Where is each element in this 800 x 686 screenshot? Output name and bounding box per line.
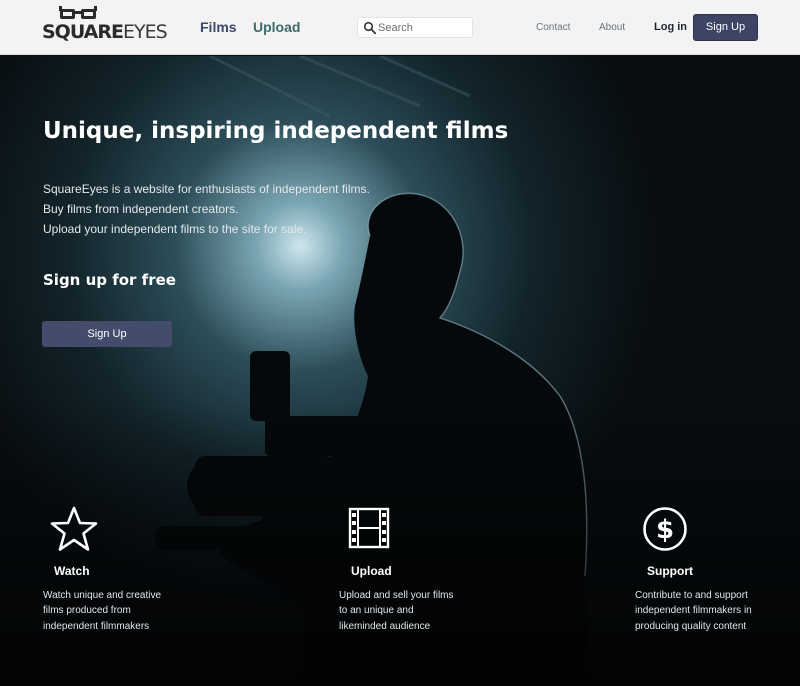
glasses-logo-icon	[59, 6, 97, 19]
hero-section: Unique, inspiring independent films Squa…	[0, 56, 800, 686]
feature-description-line: producing quality content	[635, 621, 747, 632]
nav-upload-link[interactable]: Upload	[253, 19, 300, 35]
feature-description-line: independent filmmakers in	[635, 605, 752, 616]
feature-title: Watch	[54, 564, 90, 578]
feature-description-line: Watch unique and creative	[43, 590, 162, 601]
feature-description-line: films produced from	[43, 605, 131, 616]
star-icon	[50, 506, 98, 551]
feature-description-line: Upload and sell your films	[339, 590, 454, 601]
logo-wordmark: SQUAREEYES	[42, 21, 168, 43]
login-link[interactable]: Log in	[654, 21, 687, 33]
hero-subtitle: Sign up for free	[43, 271, 176, 289]
search-box[interactable]	[357, 17, 473, 38]
hero-signup-button[interactable]: Sign Up	[42, 321, 172, 347]
header-signup-button[interactable]: Sign Up	[693, 14, 758, 41]
dollar-coin-icon: $	[643, 507, 687, 551]
logo-text-bold: SQUARE	[42, 21, 124, 43]
feature-description-line: likeminded audience	[339, 621, 431, 632]
hero-description-line: SquareEyes is a website for enthusiasts …	[43, 182, 370, 196]
about-link[interactable]: About	[599, 22, 625, 33]
hero-title: Unique, inspiring independent films	[43, 118, 509, 144]
nav-films-link[interactable]: Films	[200, 19, 237, 35]
contact-link[interactable]: Contact	[536, 22, 570, 33]
hero-description-line: Buy films from independent creators.	[43, 202, 239, 216]
search-input[interactable]	[378, 19, 470, 36]
hero-description-line: Upload your independent films to the sit…	[43, 222, 307, 236]
svg-text:$: $	[656, 515, 674, 545]
feature-description-line: independent filmmakers	[43, 621, 150, 632]
search-icon	[363, 21, 377, 35]
site-header: SQUAREEYES Films Upload Contact About Lo…	[0, 0, 800, 55]
feature-title: Support	[647, 564, 693, 578]
feature-title: Upload	[351, 564, 392, 578]
squareeyes-logo[interactable]: SQUAREEYES	[42, 5, 168, 47]
logo-text-thin: EYES	[123, 21, 168, 43]
feature-description-line: Contribute to and support	[635, 590, 748, 601]
film-strip-icon	[348, 507, 390, 549]
feature-description-line: to an unique and	[339, 605, 414, 616]
